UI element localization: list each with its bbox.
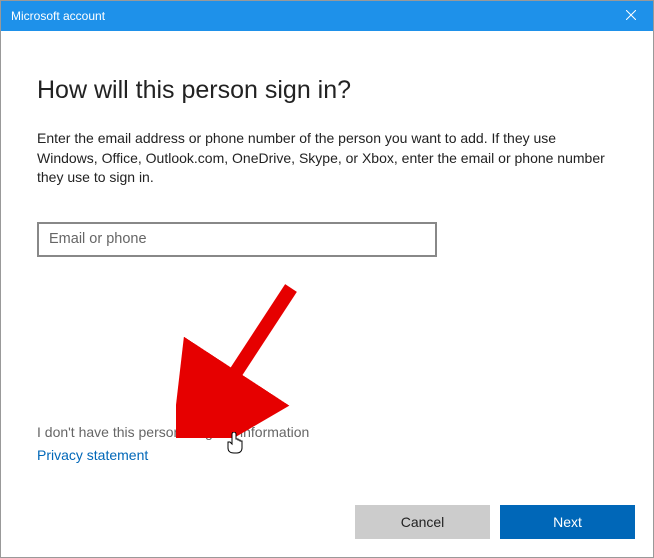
titlebar: Microsoft account	[1, 1, 653, 31]
email-phone-input[interactable]	[37, 222, 437, 257]
close-button[interactable]	[608, 1, 653, 31]
window-title: Microsoft account	[11, 9, 105, 23]
cancel-button[interactable]: Cancel	[355, 505, 490, 539]
close-icon	[626, 9, 636, 23]
dialog-description: Enter the email address or phone number …	[37, 129, 617, 188]
arrow-annotation-icon	[176, 278, 306, 438]
no-signin-info-link[interactable]: I don't have this person's sign-in infor…	[37, 424, 309, 440]
dialog-footer: Cancel Next	[355, 505, 635, 539]
next-button[interactable]: Next	[500, 505, 635, 539]
links-area: I don't have this person's sign-in infor…	[37, 424, 309, 463]
privacy-statement-link[interactable]: Privacy statement	[37, 447, 309, 463]
dialog-heading: How will this person sign in?	[37, 76, 617, 105]
dialog-content: How will this person sign in? Enter the …	[1, 31, 653, 257]
